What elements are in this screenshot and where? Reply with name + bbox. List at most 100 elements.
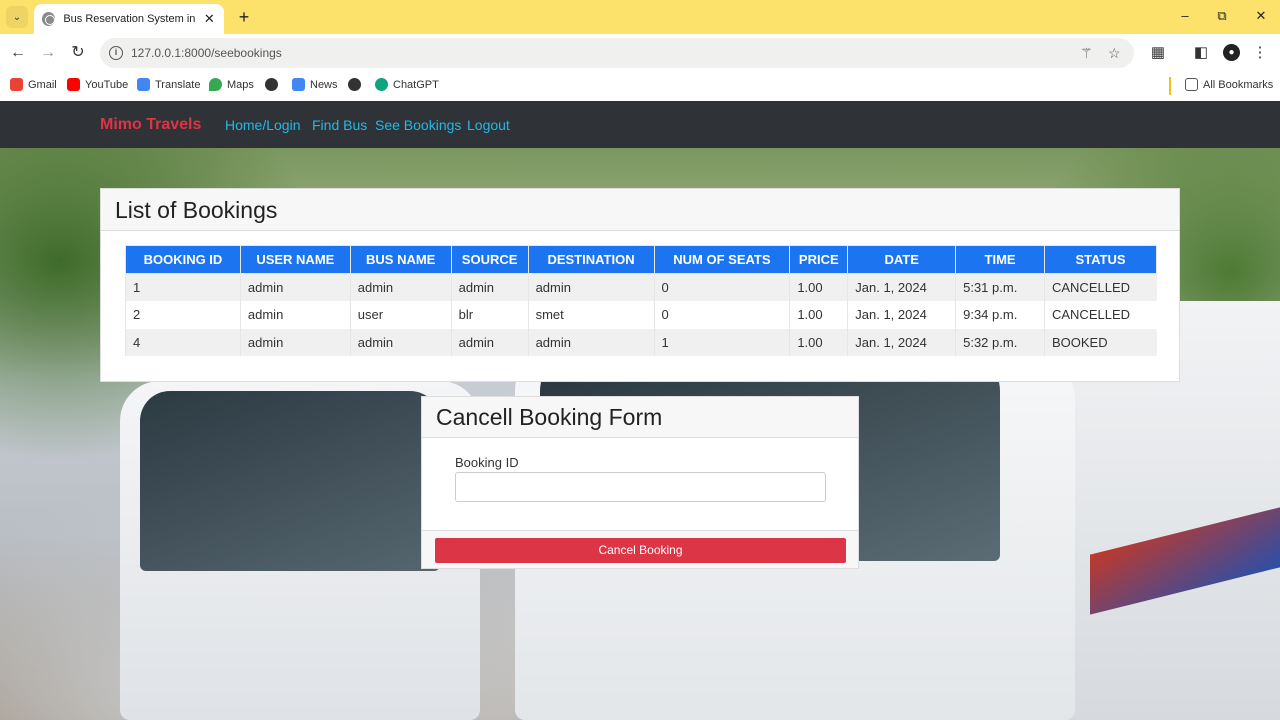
youtube-icon [67,78,80,91]
cell-source: admin [450,328,529,356]
cell-time: 5:32 p.m. [955,328,1045,356]
cell-source: blr [450,301,529,329]
chatgpt-icon [375,78,388,91]
bookmark-label: Maps [227,78,254,91]
bookings-title: List of Bookings [101,189,1179,231]
bookmark-label: Translate [155,78,201,91]
tab-search-chevron-icon[interactable]: ⌄ [6,6,28,28]
restore-icon[interactable]: ⧉ [1212,8,1232,24]
cell-date: Jan. 1, 2024 [847,328,956,356]
bookmark-globe[interactable] [265,78,278,91]
cell-destination: admin [527,273,654,301]
news-icon [292,78,305,91]
cancel-form-footer: Cancel Booking [422,530,858,568]
bookmark-chatgpt[interactable]: ChatGPT [375,78,439,91]
bookings-card: List of Bookings BOOKING ID USER NAME BU… [100,188,1180,382]
site-navbar: Mimo Travels Home/Login Find Bus See Boo… [0,101,1280,148]
nav-see-bookings[interactable]: See Bookings [375,117,461,133]
background-bus-image [140,391,440,571]
table-row: 4 admin admin admin admin 1 1.00 Jan. 1,… [125,328,1157,356]
cell-date: Jan. 1, 2024 [847,273,956,301]
cell-user-name: admin [239,273,351,301]
extensions-puzzle-icon[interactable]: ▦ [1148,43,1168,61]
browser-tab[interactable]: Bus Reservation System in Djan ✕ [34,4,224,34]
cell-bus-name: user [349,301,452,329]
column-header: TIME [955,245,1045,274]
bookmark-star-icon[interactable]: ☆ [1108,45,1121,62]
cell-num-seats: 0 [653,273,790,301]
all-bookmarks-label: All Bookmarks [1203,78,1274,91]
column-header: NUM OF SEATS [653,245,791,274]
bookings-table: BOOKING ID USER NAME BUS NAME SOURCE DES… [125,245,1158,356]
column-header: DESTINATION [527,245,655,274]
cell-destination: admin [527,328,654,356]
booking-id-input[interactable] [455,472,826,502]
nav-find-bus[interactable]: Find Bus [312,117,367,133]
cell-source: admin [450,273,529,301]
tab-title: Bus Reservation System in Djan [63,13,195,25]
cancel-form-title: Cancell Booking Form [422,397,858,438]
cell-time: 5:31 p.m. [955,273,1045,301]
column-header: SOURCE [450,245,529,274]
window-close-icon[interactable]: ✕ [1251,8,1271,24]
cancel-booking-card: Cancell Booking Form Booking ID Cancel B… [421,396,859,569]
back-arrow-icon[interactable]: ← [8,43,28,63]
side-panel-icon[interactable]: ◧ [1191,43,1211,61]
cell-booking-id: 4 [125,328,241,356]
column-header: USER NAME [239,245,351,274]
brand-logo[interactable]: Mimo Travels [100,116,201,134]
bookmark-gmail[interactable]: Gmail [10,78,57,91]
bookmark-label: YouTube [85,78,129,91]
bookmark-label: Gmail [28,78,57,91]
globe-icon [348,78,361,91]
bookmarks-bar: Gmail YouTube Translate Maps News ChatGP… [0,72,1280,101]
maps-icon [209,78,222,91]
address-bar[interactable]: i 127.0.0.1:8000/seebookings ⚚ ☆ [100,38,1134,68]
close-icon[interactable]: ✕ [203,11,216,27]
page-viewport: Mimo Travels Home/Login Find Bus See Boo… [0,101,1280,720]
new-tab-plus-icon[interactable]: + [234,7,254,27]
table-row: 1 admin admin admin admin 0 1.00 Jan. 1,… [125,273,1157,301]
bookmarks-divider [1169,77,1171,95]
cell-time: 9:34 p.m. [955,301,1045,329]
cell-booking-id: 2 [125,301,241,329]
cell-status: BOOKED [1043,328,1157,356]
bookmark-maps[interactable]: Maps [209,78,254,91]
column-header: PRICE [789,245,849,274]
nav-logout[interactable]: Logout [467,117,510,133]
cell-user-name: admin [239,301,351,329]
all-bookmarks[interactable]: All Bookmarks [1185,78,1273,91]
column-header: BUS NAME [349,245,452,274]
table-header-row: BOOKING ID USER NAME BUS NAME SOURCE DES… [125,245,1158,274]
column-header: BOOKING ID [125,245,241,274]
table-row: 2 admin user blr smet 0 1.00 Jan. 1, 202… [125,301,1157,329]
bookmark-translate[interactable]: Translate [137,78,200,91]
minimize-icon[interactable]: – [1175,8,1195,23]
gmail-icon [10,78,23,91]
cell-price: 1.00 [789,328,848,356]
cell-status: CANCELLED [1043,301,1157,329]
cell-date: Jan. 1, 2024 [847,301,956,329]
translate-icon [137,78,150,91]
cell-price: 1.00 [789,273,848,301]
column-header: DATE [847,245,957,274]
bookmark-youtube[interactable]: YouTube [67,78,128,91]
cell-num-seats: 1 [653,328,790,356]
forward-arrow-icon[interactable]: → [38,43,58,63]
translate-page-icon[interactable]: ⚚ [1080,45,1093,62]
folder-icon [1185,78,1198,91]
cell-destination: smet [527,301,654,329]
cell-bus-name: admin [349,328,452,356]
profile-avatar-icon[interactable]: ● [1223,44,1240,61]
nav-home-login[interactable]: Home/Login [225,117,301,133]
cancel-booking-button[interactable]: Cancel Booking [435,538,846,563]
browser-toolbar: ← → ↻ i 127.0.0.1:8000/seebookings ⚚ ☆ ▦… [0,34,1280,72]
site-info-icon[interactable]: i [109,46,123,60]
reload-icon[interactable]: ↻ [68,43,88,63]
menu-kebab-icon[interactable]: ⋮ [1250,43,1270,61]
globe-icon [265,78,278,91]
url-text[interactable]: 127.0.0.1:8000/seebookings [131,46,282,60]
bookmark-globe[interactable] [348,78,361,91]
bookmark-news[interactable]: News [292,78,338,91]
cell-booking-id: 1 [125,273,241,301]
